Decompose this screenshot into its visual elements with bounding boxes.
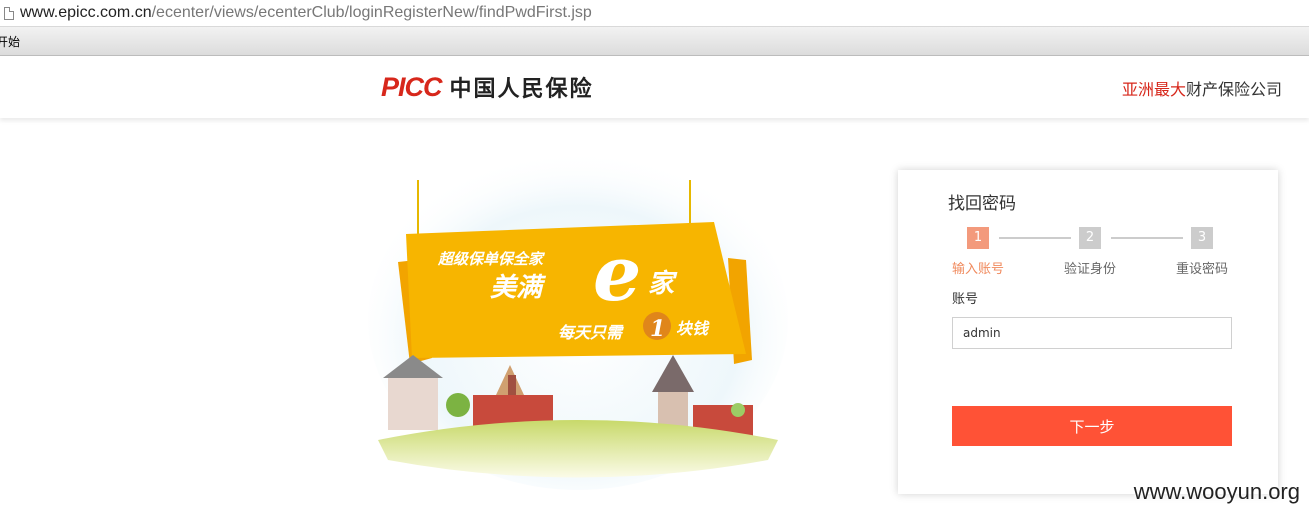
watermark-text: www.wooyun.org: [1133, 479, 1300, 504]
step-2-label: 验证身份: [1064, 262, 1117, 277]
bookmarks-bar: 开始: [0, 27, 1309, 56]
page-icon: [4, 6, 14, 20]
step-connector-1: [999, 237, 1071, 239]
step-connector-2: [1111, 237, 1183, 239]
step-3-badge: 3: [1191, 227, 1213, 249]
logo-picc-text: PICC: [381, 71, 443, 102]
step-3-label: 重设密码: [1176, 262, 1229, 277]
step-1-label: 输入账号: [952, 262, 1005, 277]
url-text[interactable]: www.epicc.com.cn/ecenter/views/ecenterCl…: [20, 4, 592, 22]
address-bar[interactable]: www.epicc.com.cn/ecenter/views/ecenterCl…: [0, 0, 1309, 27]
banner-line3-end: 块钱: [676, 319, 710, 338]
slogan-rest: 财产保险公司: [1185, 80, 1282, 99]
step-2-badge: 2: [1079, 227, 1101, 249]
url-path: /ecenter/views/ecenterClub/loginRegister…: [151, 4, 592, 21]
banner-line2-end: 家: [648, 269, 678, 299]
card-title: 找回密码: [948, 194, 1016, 214]
next-step-button[interactable]: 下一步: [952, 406, 1232, 446]
banner-line1: 超级保单保全家: [437, 250, 546, 268]
picc-logo[interactable]: PICC 中国人民保险: [381, 71, 594, 103]
logo-chinese-text: 中国人民保险: [449, 77, 594, 102]
account-input[interactable]: [952, 317, 1232, 349]
promo-banner-illustration: 超级保单保全家 美满 e 家 每天只需 1 块钱: [368, 150, 788, 490]
bookmark-item[interactable]: 开始: [0, 33, 20, 50]
banner-big-e: e: [593, 229, 641, 318]
site-header: PICC 中国人民保险 亚洲最大财产保险公司: [0, 56, 1309, 118]
find-password-card: 找回密码 1 2 3 输入账号 验证身份 重设密码 账号 下一步: [898, 170, 1278, 494]
banner-line2: 美满: [490, 273, 547, 303]
banner-number: 1: [650, 316, 665, 342]
promo-banner: 超级保单保全家 美满 e 家 每天只需 1 块钱: [368, 150, 788, 490]
slogan-highlight: 亚洲最大: [1121, 80, 1186, 99]
header-slogan: 亚洲最大财产保险公司: [1122, 76, 1282, 100]
url-host: www.epicc.com.cn: [20, 4, 152, 21]
banner-line3-start: 每天只需: [558, 323, 624, 342]
step-1-badge: 1: [967, 227, 989, 249]
account-label: 账号: [952, 292, 979, 307]
